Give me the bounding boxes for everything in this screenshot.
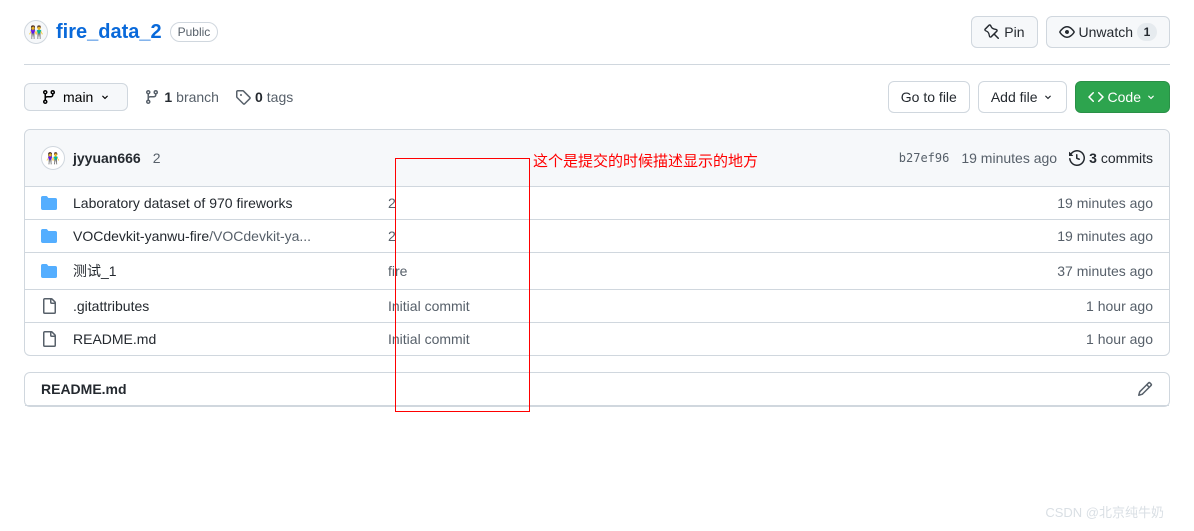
- readme-filename-link[interactable]: README.md: [41, 381, 127, 397]
- owner-avatar[interactable]: 👫: [24, 20, 48, 44]
- unwatch-label: Unwatch: [1079, 22, 1133, 42]
- commit-author-avatar[interactable]: 👫: [41, 146, 65, 170]
- file-icon: [41, 298, 57, 314]
- file-name-link[interactable]: README.md: [73, 331, 156, 347]
- code-button[interactable]: Code: [1075, 81, 1170, 113]
- commit-time-cell: 1 hour ago: [1086, 298, 1153, 314]
- current-branch-name: main: [63, 89, 93, 105]
- code-icon: [1088, 89, 1104, 105]
- file-nav-right: Go to file Add file Code: [888, 81, 1170, 113]
- unwatch-button[interactable]: Unwatch 1: [1046, 16, 1170, 48]
- file-tree-box: 👫 jyyuan666 2 b27ef96 19 minutes ago 3 c…: [24, 129, 1170, 356]
- commit-message-link[interactable]: 2: [388, 195, 396, 211]
- commit-time-cell: 37 minutes ago: [1057, 263, 1153, 279]
- file-nav-left: main 1 branch 0 tags: [24, 83, 293, 111]
- git-branch-icon: [41, 89, 57, 105]
- directory-icon: [41, 228, 57, 244]
- go-to-file-button[interactable]: Go to file: [888, 81, 970, 113]
- tag-icon: [235, 89, 251, 105]
- repo-title-wrap: 👫 fire_data_2 Public: [24, 20, 218, 44]
- branch-label: branch: [176, 89, 219, 105]
- commits-history-link[interactable]: 3 commits: [1069, 150, 1153, 166]
- file-name-link[interactable]: 测试_1: [73, 263, 117, 279]
- eye-icon: [1059, 24, 1075, 40]
- history-icon: [1069, 150, 1085, 166]
- chevron-down-icon: [1145, 91, 1157, 103]
- watch-counter: 1: [1137, 23, 1157, 41]
- file-name-cell: Laboratory dataset of 970 fireworks: [73, 195, 388, 211]
- file-name-muted: /VOCdevkit-ya...: [209, 228, 311, 244]
- file-row: .gitattributes Initial commit 1 hour ago: [25, 290, 1169, 323]
- file-name-cell: README.md: [73, 331, 388, 347]
- add-file-button[interactable]: Add file: [978, 81, 1067, 113]
- commit-author-link[interactable]: jyyuan666: [73, 150, 141, 166]
- commit-message-cell: Initial commit: [388, 298, 1086, 314]
- repo-action-group: Pin Unwatch 1: [971, 16, 1170, 48]
- add-file-label: Add file: [991, 87, 1038, 107]
- directory-icon: [41, 195, 57, 211]
- file-navigation: main 1 branch 0 tags Go to file Add file: [24, 81, 1170, 113]
- file-name-link[interactable]: Laboratory dataset of 970 fireworks: [73, 195, 292, 211]
- file-row: Laboratory dataset of 970 fireworks 2 19 m…: [25, 187, 1169, 220]
- commit-header-right: b27ef96 19 minutes ago 3 commits: [899, 150, 1153, 166]
- commit-time-link[interactable]: 19 minutes ago: [961, 150, 1057, 166]
- git-branch-icon: [144, 89, 160, 105]
- commit-time-cell: 19 minutes ago: [1057, 228, 1153, 244]
- file-name-link[interactable]: VOCdevkit-yanwu-fire: [73, 228, 209, 244]
- file-name-cell: VOCdevkit-yanwu-fire/VOCdevkit-ya...: [73, 228, 388, 244]
- commits-count: 3: [1089, 150, 1097, 166]
- tag-label: tags: [267, 89, 293, 105]
- pin-button[interactable]: Pin: [971, 16, 1037, 48]
- file-row: 测试_1 fire 37 minutes ago: [25, 253, 1169, 290]
- header-divider: [24, 64, 1170, 65]
- commit-message-cell: 2: [388, 195, 1057, 211]
- annotation-text: 这个是提交的时候描述显示的地方: [533, 150, 758, 171]
- commit-message-cell: fire: [388, 263, 1057, 279]
- tags-link[interactable]: 0 tags: [235, 89, 293, 105]
- repo-header: 👫 fire_data_2 Public Pin Unwatch 1: [24, 0, 1170, 64]
- commit-message-link[interactable]: Initial commit: [388, 298, 470, 314]
- chevron-down-icon: [99, 91, 111, 103]
- code-label: Code: [1108, 87, 1141, 107]
- commit-sha-link[interactable]: b27ef96: [899, 151, 950, 165]
- file-row: VOCdevkit-yanwu-fire/VOCdevkit-ya...219 …: [25, 220, 1169, 253]
- commit-message-cell: 2: [388, 228, 1057, 244]
- commit-message-cell: Initial commit: [388, 331, 1086, 347]
- directory-icon: [41, 263, 57, 279]
- commits-label: commits: [1101, 150, 1153, 166]
- watermark: CSDN @北京纯牛奶: [1045, 502, 1164, 521]
- chevron-down-icon: [1042, 91, 1054, 103]
- file-name-cell: .gitattributes: [73, 298, 388, 314]
- file-row: README.md Initial commit 1 hour ago: [25, 323, 1169, 355]
- edit-readme-button[interactable]: [1137, 381, 1153, 397]
- pin-icon: [984, 24, 1000, 40]
- readme-header: README.md: [25, 373, 1169, 406]
- pin-label: Pin: [1004, 22, 1024, 42]
- branch-selector-button[interactable]: main: [24, 83, 128, 111]
- file-icon: [41, 331, 57, 347]
- commit-message-header[interactable]: 2: [153, 150, 161, 166]
- tag-count: 0: [255, 89, 263, 105]
- commit-message-link[interactable]: fire: [388, 263, 407, 279]
- pencil-icon: [1137, 381, 1153, 397]
- branch-count: 1: [164, 89, 172, 105]
- file-rows-container: Laboratory dataset of 970 fireworks 2 19 m…: [25, 187, 1169, 355]
- commit-header-left: 👫 jyyuan666 2: [41, 146, 161, 170]
- commit-time-cell: 19 minutes ago: [1057, 195, 1153, 211]
- commit-time-cell: 1 hour ago: [1086, 331, 1153, 347]
- repo-name-link[interactable]: fire_data_2: [56, 21, 162, 44]
- file-name-cell: 测试_1: [73, 261, 388, 281]
- readme-box: README.md: [24, 372, 1170, 407]
- branches-link[interactable]: 1 branch: [144, 89, 219, 105]
- commit-message-link[interactable]: Initial commit: [388, 331, 470, 347]
- commit-message-link[interactable]: 2: [388, 228, 396, 244]
- file-name-link[interactable]: .gitattributes: [73, 298, 149, 314]
- visibility-badge: Public: [170, 22, 219, 42]
